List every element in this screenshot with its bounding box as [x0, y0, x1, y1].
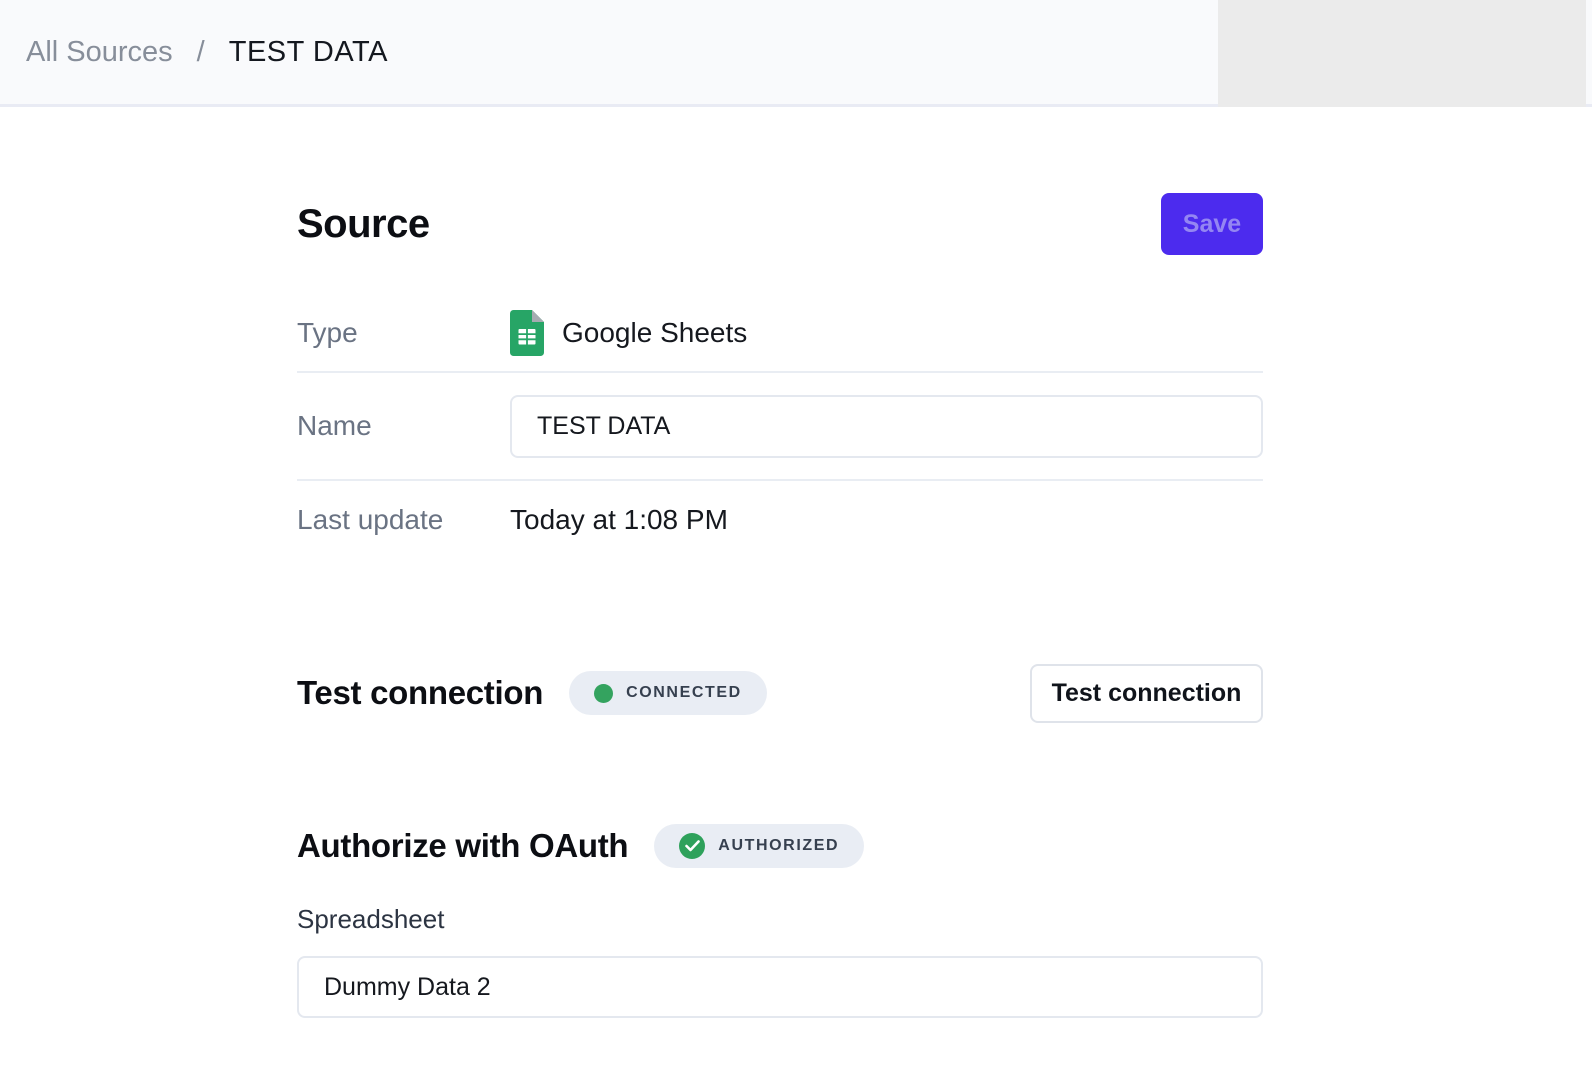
type-value: Google Sheets — [510, 310, 747, 356]
test-connection-button[interactable]: Test connection — [1030, 664, 1263, 723]
last-update-label: Last update — [297, 504, 510, 536]
green-dot-icon — [594, 684, 613, 703]
oauth-section: Authorize with OAuth AUTHORIZED — [297, 820, 1263, 872]
save-button[interactable]: Save — [1161, 193, 1263, 255]
type-value-text: Google Sheets — [562, 317, 747, 349]
page-title: Source — [297, 202, 430, 247]
google-sheets-icon — [510, 310, 544, 356]
name-input[interactable] — [510, 395, 1263, 458]
connected-status-badge: CONNECTED — [569, 671, 767, 715]
header-gray-panel — [1218, 0, 1586, 107]
breadcrumb-all-sources[interactable]: All Sources — [26, 36, 173, 69]
last-update-value: Today at 1:08 PM — [510, 504, 728, 536]
name-label: Name — [297, 410, 510, 442]
source-section-header: Source Save — [297, 193, 1263, 255]
top-header: All Sources / TEST DATA — [0, 0, 1592, 107]
field-row-type: Type Google Sheets — [297, 295, 1263, 373]
breadcrumb-current: TEST DATA — [229, 36, 388, 69]
test-connection-section: Test connection CONNECTED Test connectio… — [297, 663, 1263, 723]
source-settings-page: Source Save Type Google Sheets — [0, 107, 1592, 1018]
spreadsheet-label: Spreadsheet — [297, 904, 1263, 935]
type-label: Type — [297, 317, 510, 349]
oauth-title: Authorize with OAuth — [297, 827, 628, 865]
spreadsheet-input[interactable] — [297, 956, 1263, 1018]
authorized-status-text: AUTHORIZED — [718, 837, 839, 855]
authorized-status-badge: AUTHORIZED — [654, 824, 864, 868]
connected-status-text: CONNECTED — [626, 684, 742, 702]
field-row-name: Name — [297, 373, 1263, 481]
breadcrumb: All Sources / TEST DATA — [0, 36, 388, 69]
breadcrumb-separator: / — [197, 36, 205, 69]
field-row-last-update: Last update Today at 1:08 PM — [297, 481, 1263, 559]
test-connection-title: Test connection — [297, 674, 543, 712]
check-icon — [679, 833, 705, 859]
